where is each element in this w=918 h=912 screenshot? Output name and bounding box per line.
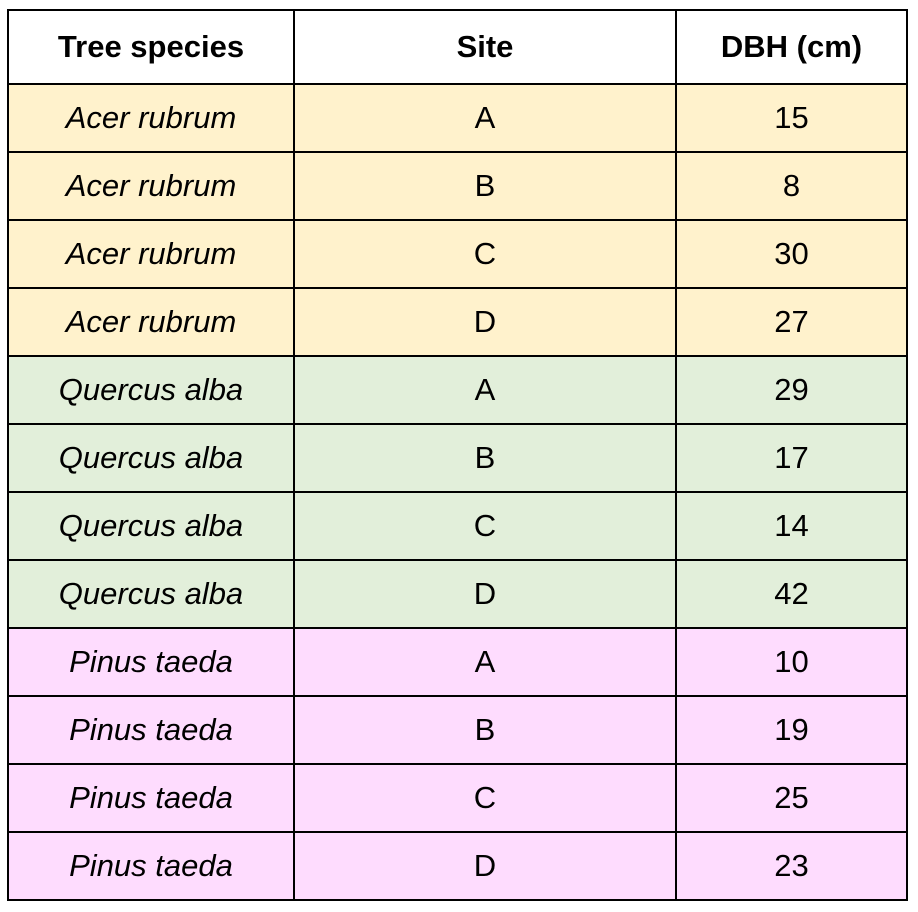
dbh-cell: 25 <box>675 763 908 833</box>
header-dbh: DBH (cm) <box>675 9 908 85</box>
table-row: Pinus taeda D 23 <box>7 831 908 901</box>
species-cell: Quercus alba <box>7 423 295 493</box>
table-row: Acer rubrum C 30 <box>7 219 908 289</box>
table-row: Quercus alba A 29 <box>7 355 908 425</box>
species-cell: Pinus taeda <box>7 627 295 697</box>
table-row: Acer rubrum D 27 <box>7 287 908 357</box>
dbh-cell: 23 <box>675 831 908 901</box>
site-cell: B <box>293 423 677 493</box>
dbh-cell: 27 <box>675 287 908 357</box>
dbh-cell: 15 <box>675 83 908 153</box>
site-cell: B <box>293 151 677 221</box>
dbh-cell: 17 <box>675 423 908 493</box>
species-cell: Pinus taeda <box>7 763 295 833</box>
site-cell: D <box>293 831 677 901</box>
site-cell: B <box>293 695 677 765</box>
table-row: Pinus taeda C 25 <box>7 763 908 833</box>
dbh-cell: 8 <box>675 151 908 221</box>
table-row: Quercus alba C 14 <box>7 491 908 561</box>
table-row: Quercus alba D 42 <box>7 559 908 629</box>
dbh-cell: 19 <box>675 695 908 765</box>
table-row: Quercus alba B 17 <box>7 423 908 493</box>
dbh-cell: 30 <box>675 219 908 289</box>
species-cell: Acer rubrum <box>7 287 295 357</box>
species-cell: Acer rubrum <box>7 151 295 221</box>
species-cell: Pinus taeda <box>7 695 295 765</box>
dbh-cell: 10 <box>675 627 908 697</box>
species-cell: Acer rubrum <box>7 83 295 153</box>
dbh-cell: 42 <box>675 559 908 629</box>
species-cell: Acer rubrum <box>7 219 295 289</box>
site-cell: A <box>293 627 677 697</box>
dbh-cell: 29 <box>675 355 908 425</box>
species-cell: Pinus taeda <box>7 831 295 901</box>
site-cell: A <box>293 83 677 153</box>
header-tree-species: Tree species <box>7 9 295 85</box>
table-row: Acer rubrum B 8 <box>7 151 908 221</box>
tree-dbh-table: Tree species Site DBH (cm) Acer rubrum A… <box>7 9 908 901</box>
species-cell: Quercus alba <box>7 355 295 425</box>
site-cell: C <box>293 763 677 833</box>
header-row: Tree species Site DBH (cm) <box>7 9 908 85</box>
header-site: Site <box>293 9 677 85</box>
site-cell: D <box>293 559 677 629</box>
table-row: Pinus taeda B 19 <box>7 695 908 765</box>
site-cell: D <box>293 287 677 357</box>
species-cell: Quercus alba <box>7 559 295 629</box>
table-row: Acer rubrum A 15 <box>7 83 908 153</box>
site-cell: A <box>293 355 677 425</box>
dbh-cell: 14 <box>675 491 908 561</box>
site-cell: C <box>293 491 677 561</box>
table-row: Pinus taeda A 10 <box>7 627 908 697</box>
species-cell: Quercus alba <box>7 491 295 561</box>
site-cell: C <box>293 219 677 289</box>
